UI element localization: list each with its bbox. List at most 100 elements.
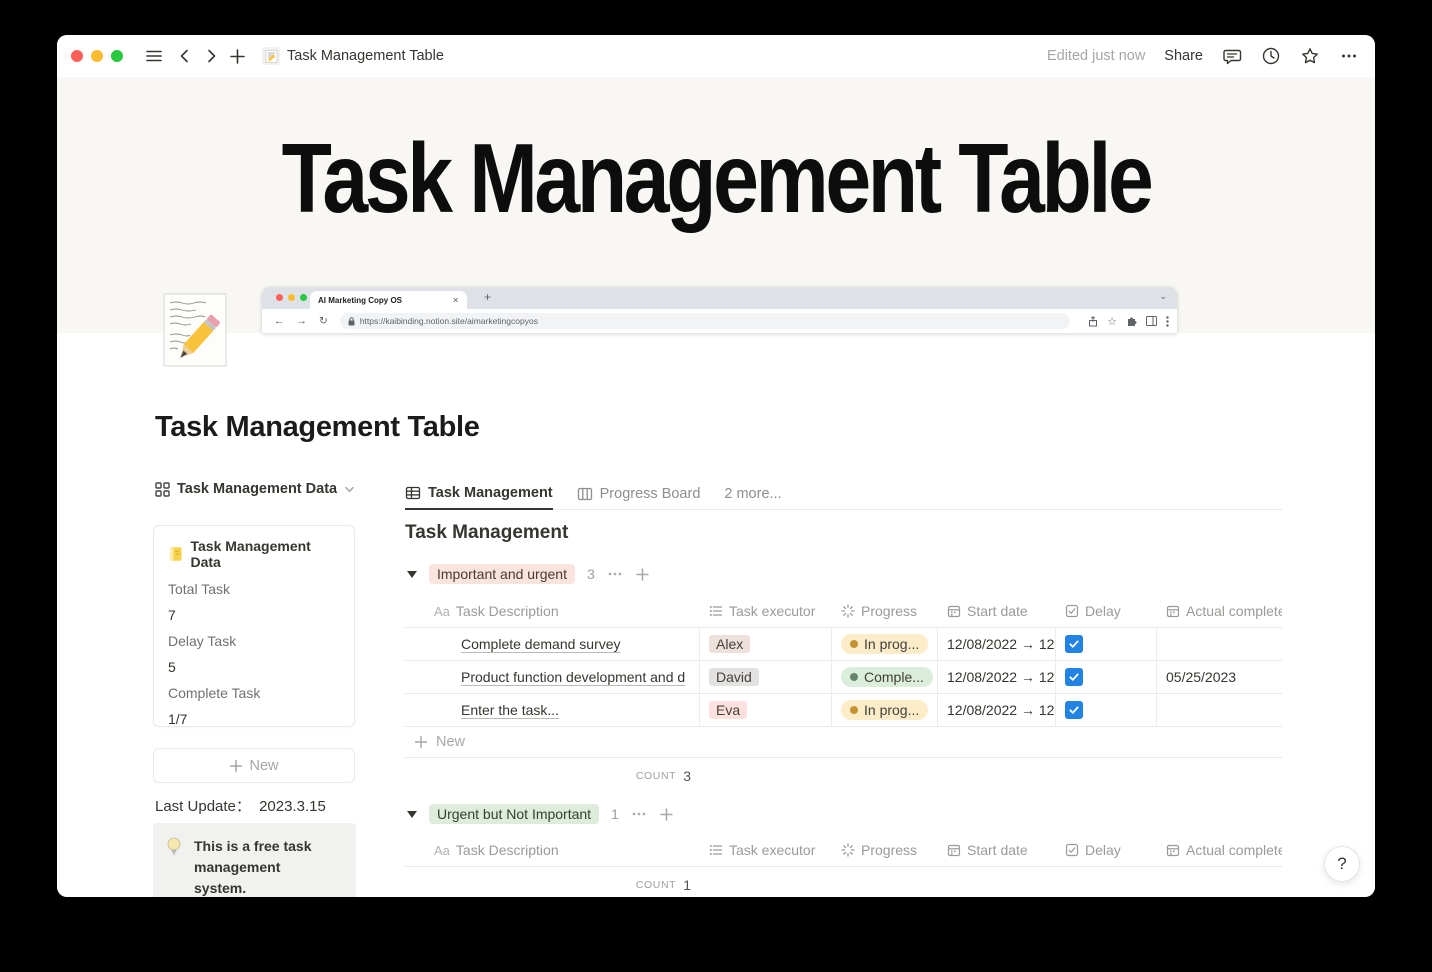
more-options-icon[interactable]	[1339, 46, 1359, 66]
executor-tag[interactable]: David	[709, 668, 759, 686]
linked-db-select[interactable]: Task Management Data	[155, 481, 355, 497]
history-clock-icon[interactable]	[1261, 46, 1281, 66]
table-urgent-not-important: Aa Task Description Task executor Progres…	[405, 834, 1282, 897]
col-start-date[interactable]: Start date	[938, 595, 1056, 627]
date-property-icon	[947, 605, 961, 618]
close-window-button[interactable]	[71, 50, 83, 62]
start-date-cell[interactable]: 12/08/2022 → 12	[938, 628, 1056, 660]
group-more-icon[interactable]	[631, 806, 647, 822]
tab-more[interactable]: 2 more...	[724, 486, 781, 502]
collapse-triangle-icon[interactable]	[407, 810, 417, 818]
group-add-icon[interactable]	[659, 807, 674, 822]
stats-card-title: Task Management Data	[190, 538, 311, 570]
actual-complete-cell[interactable]	[1157, 628, 1282, 660]
group-count: 3	[586, 566, 595, 582]
col-actual-complete[interactable]: Actual complete	[1157, 595, 1282, 627]
col-progress[interactable]: Progress	[832, 834, 938, 866]
mock-traffic-green	[300, 294, 307, 301]
new-row-label: New	[436, 734, 466, 750]
table-row[interactable]: Product function development and d David…	[405, 661, 1282, 694]
col-task-executor[interactable]: Task executor	[700, 834, 832, 866]
stat-label: Delay Task	[168, 633, 237, 649]
table-important-urgent: Aa Task Description Task executor Progres…	[405, 595, 1282, 793]
checkbox-property-icon	[1065, 604, 1079, 618]
forward-button[interactable]	[203, 48, 219, 64]
task-title[interactable]: Enter the task...	[461, 702, 559, 718]
mock-forward-icon: →	[296, 315, 308, 327]
mock-tab-title: AI Marketing Copy OS	[318, 295, 403, 305]
table-row[interactable]: Enter the task... Eva In prog... 12/08/2…	[405, 694, 1282, 727]
sidebar-new-button[interactable]: New	[153, 748, 355, 783]
titlebar-left: Task Management Table	[57, 47, 444, 65]
tab-label: Progress Board	[599, 485, 701, 502]
progress-pill[interactable]: Comple...	[841, 667, 933, 687]
task-title[interactable]: Product function development and d	[461, 669, 685, 685]
sidebar-menu-icon[interactable]	[145, 47, 163, 65]
col-task-description[interactable]: Aa Task Description	[405, 595, 700, 627]
progress-pill[interactable]: In prog...	[841, 700, 929, 720]
col-actual-complete[interactable]: Actual complete	[1157, 834, 1282, 866]
status-dot	[850, 640, 858, 648]
favorite-star-icon[interactable]	[1300, 46, 1320, 66]
cover-browser-screenshot: AI Marketing Copy OS ✕ + ⌄ ← → ↻ https:/…	[262, 287, 1177, 333]
share-button[interactable]: Share	[1164, 48, 1203, 64]
delay-checkbox-checked[interactable]	[1065, 668, 1083, 686]
current-tab[interactable]: Task Management Table	[262, 47, 444, 65]
mock-extension-icon	[1128, 317, 1137, 326]
count-row[interactable]: COUNT 1	[405, 867, 700, 897]
col-progress[interactable]: Progress	[832, 595, 938, 627]
minimize-window-button[interactable]	[91, 50, 103, 62]
col-task-executor[interactable]: Task executor	[700, 595, 832, 627]
callout[interactable]: This is a free task management system.	[153, 823, 356, 897]
group-add-icon[interactable]	[635, 567, 650, 582]
count-row[interactable]: COUNT 3	[405, 758, 700, 793]
col-delay[interactable]: Delay	[1056, 834, 1157, 866]
progress-pill[interactable]: In prog...	[841, 634, 929, 654]
group-more-icon[interactable]	[607, 566, 623, 582]
collapse-triangle-icon[interactable]	[407, 570, 417, 578]
page-memo-icon[interactable]	[161, 292, 231, 372]
actual-complete-cell[interactable]: 05/25/2023	[1157, 661, 1282, 693]
group-badge[interactable]: Important and urgent	[429, 564, 575, 584]
screen: Task Management Table Edited just now Sh…	[0, 0, 1432, 972]
col-start-date[interactable]: Start date	[938, 834, 1056, 866]
tab-task-management[interactable]: Task Management	[405, 478, 553, 510]
grid-icon	[155, 481, 170, 497]
stats-card[interactable]: Task Management Data Total Task 7 Delay …	[153, 525, 355, 727]
plus-icon	[230, 759, 243, 772]
group-badge[interactable]: Urgent but Not Important	[429, 804, 600, 824]
comments-icon[interactable]	[1222, 46, 1242, 66]
view-tabs: Task Management Progress Board 2 more...	[405, 478, 1282, 510]
table-row[interactable]: Complete demand survey Alex In prog... 1…	[405, 628, 1282, 661]
maximize-window-button[interactable]	[111, 50, 123, 62]
count-value: 1	[683, 876, 691, 893]
start-date-cell[interactable]: 12/08/2022 → 12	[938, 661, 1056, 693]
date-property-icon	[1166, 844, 1180, 857]
table-new-row-button[interactable]: New	[405, 727, 1282, 758]
delay-checkbox-checked[interactable]	[1065, 635, 1083, 653]
start-date-cell[interactable]: 12/08/2022 → 12	[938, 694, 1056, 726]
back-button[interactable]	[177, 48, 193, 64]
date-property-icon	[1166, 605, 1180, 618]
delay-checkbox-checked[interactable]	[1065, 701, 1083, 719]
executor-tag[interactable]: Alex	[709, 635, 751, 653]
mock-toolbar-icons: ☆	[1088, 309, 1169, 333]
tab-title: Task Management Table	[287, 48, 444, 64]
new-tab-button[interactable]	[229, 48, 246, 65]
task-title[interactable]: Complete demand survey	[461, 636, 621, 652]
mock-new-tab-icon: +	[484, 290, 492, 304]
executor-tag[interactable]: Eva	[709, 701, 748, 719]
col-task-description[interactable]: Aa Task Description	[405, 834, 700, 866]
plus-icon	[414, 735, 428, 749]
stat-label: Complete Task	[168, 685, 261, 701]
col-delay[interactable]: Delay	[1056, 595, 1157, 627]
group-header-urgent-not-important: Urgent but Not Important 1	[407, 804, 674, 824]
actual-complete-cell[interactable]	[1157, 694, 1282, 726]
date-property-icon	[947, 844, 961, 857]
checkbox-property-icon	[1065, 843, 1079, 857]
stat-value: 7	[168, 607, 176, 623]
mock-traffic-yellow	[288, 294, 295, 301]
board-view-icon	[577, 487, 592, 500]
tab-progress-board[interactable]: Progress Board	[577, 478, 701, 510]
help-button[interactable]: ?	[1324, 846, 1360, 882]
